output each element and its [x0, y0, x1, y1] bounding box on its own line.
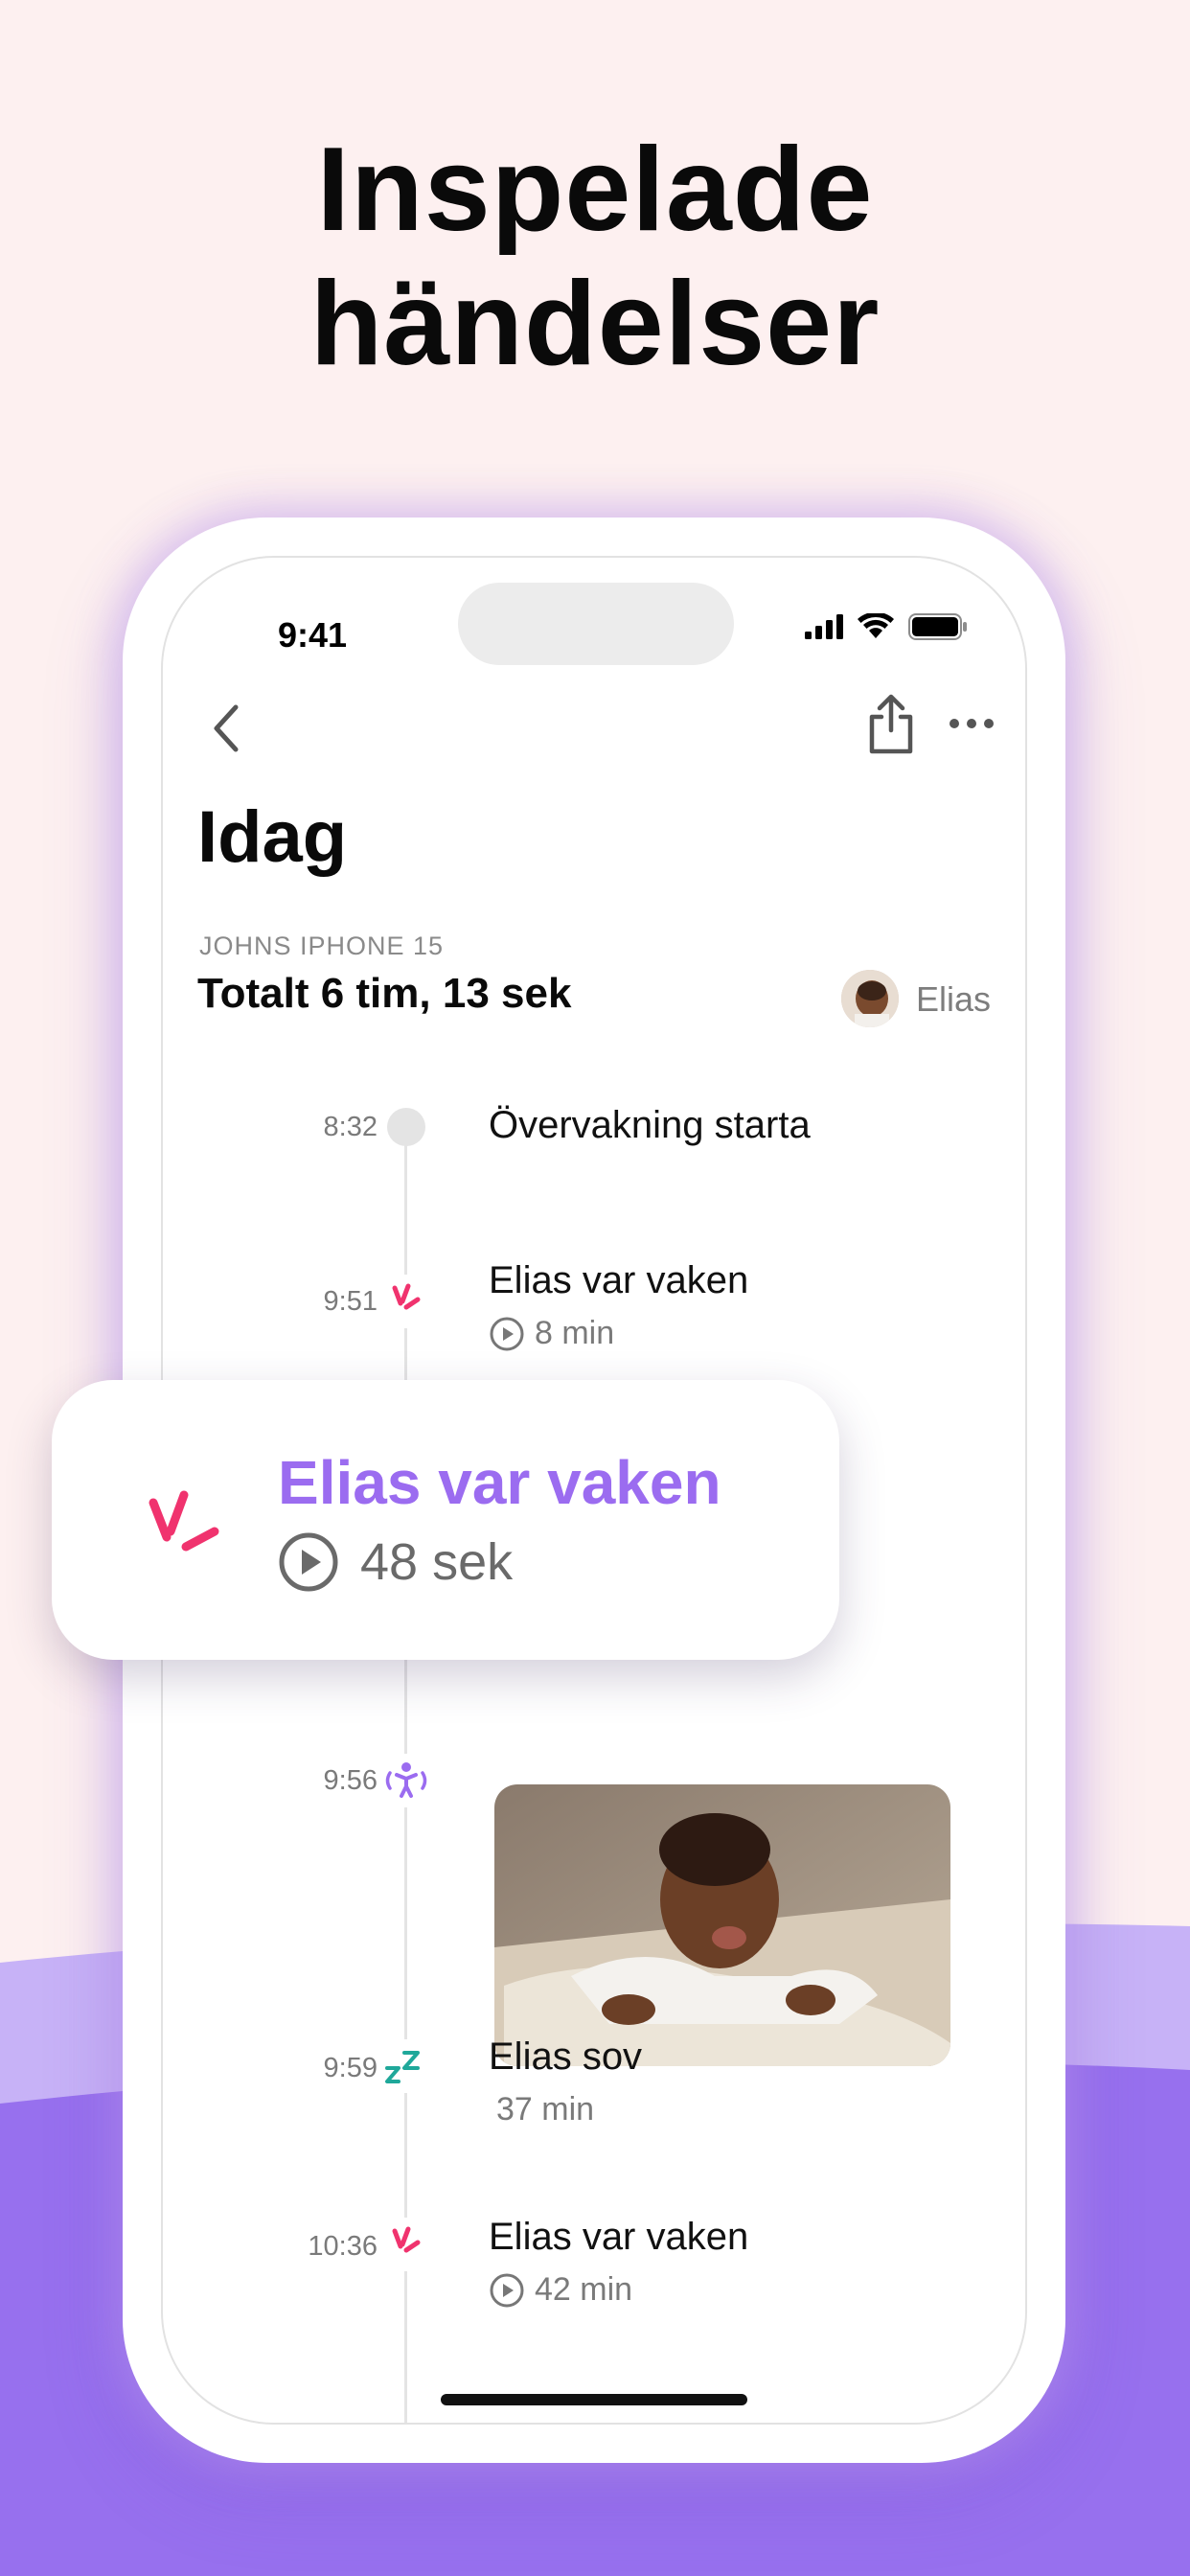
more-options-icon[interactable]: [945, 709, 998, 738]
event-duration-text: 42 min: [535, 2271, 633, 2308]
child-name[interactable]: Elias: [916, 979, 991, 1020]
device-label: JOHNS IPHONE 15: [199, 932, 445, 960]
event-title[interactable]: Övervakning starta: [489, 1104, 812, 1147]
total-duration: Totalt 6 tim, 13 sek: [197, 970, 572, 1017]
headline: Inspelade händelser: [0, 123, 1190, 391]
event-title[interactable]: Elias var vaken: [489, 1259, 748, 1302]
event-time: 9:59: [323, 2053, 378, 2083]
share-icon[interactable]: [864, 692, 918, 755]
status-icons: [805, 613, 968, 640]
play-icon[interactable]: [278, 1531, 339, 1593]
play-icon[interactable]: [489, 2272, 525, 2309]
dynamic-island: [458, 583, 734, 665]
headline-line-1: Inspelade: [316, 124, 874, 256]
event-duration: 37 min: [496, 2091, 594, 2128]
child-avatar[interactable]: [841, 970, 899, 1027]
headline-line-2: händelser: [309, 258, 881, 390]
awake-icon: [379, 1275, 433, 1328]
awake-icon: [149, 1490, 219, 1552]
dot-icon: [387, 1108, 425, 1146]
event-duration[interactable]: 8 min: [489, 1315, 614, 1352]
back-chevron-icon[interactable]: [203, 700, 251, 757]
event-title[interactable]: Elias sov: [489, 2036, 642, 2079]
status-time: 9:41: [278, 615, 348, 655]
event-photo[interactable]: [494, 1784, 950, 2066]
event-duration[interactable]: 42 min: [489, 2271, 632, 2309]
cellular-signal-icon: [805, 614, 843, 639]
event-time: 9:56: [323, 1765, 378, 1796]
highlight-card-title: Elias var vaken: [278, 1448, 721, 1517]
wifi-icon: [858, 613, 894, 638]
highlight-card-duration[interactable]: 48 sek: [278, 1531, 513, 1593]
event-title[interactable]: Elias var vaken: [489, 2216, 748, 2259]
play-icon[interactable]: [489, 1316, 525, 1352]
page-title: Idag: [197, 796, 348, 878]
highlight-card-duration-text: 48 sek: [360, 1533, 514, 1591]
event-time: 10:36: [308, 2231, 378, 2262]
event-duration-text: 8 min: [535, 1315, 615, 1351]
event-duration-text: 37 min: [496, 2091, 595, 2128]
sleep-icon: [379, 2039, 433, 2093]
event-time: 9:51: [323, 1286, 378, 1317]
battery-icon: [908, 613, 967, 640]
event-time: 8:32: [323, 1112, 378, 1142]
awake-icon: [379, 2218, 433, 2271]
home-indicator: [441, 2394, 747, 2405]
motion-icon: [379, 1754, 433, 1807]
highlight-card[interactable]: Elias var vaken 48 sek: [52, 1380, 839, 1660]
